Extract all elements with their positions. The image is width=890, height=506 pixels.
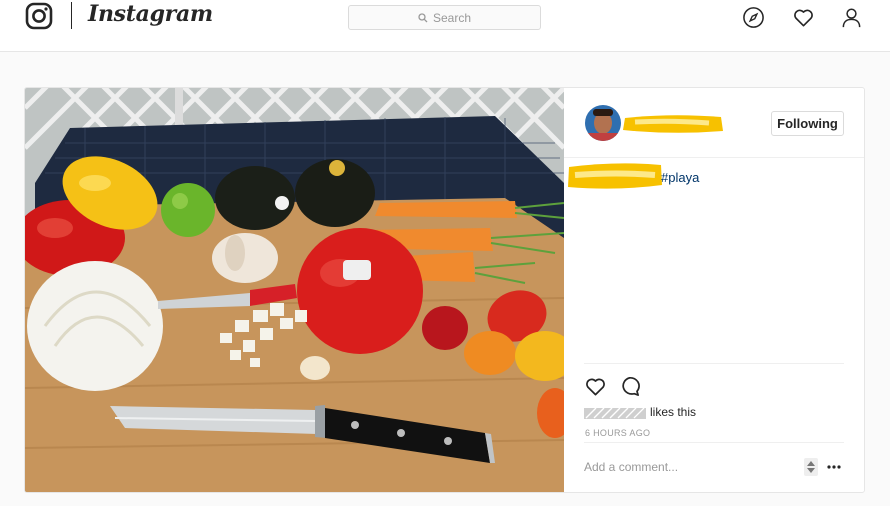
caption-redaction [568,163,662,189]
profile-icon[interactable] [840,6,863,29]
avatar[interactable] [585,105,621,141]
post-sidebar: Following #playa likes this 6 HOURS AGO … [564,88,864,492]
likes-count: likes this [650,405,697,419]
instagram-logo-icon[interactable] [25,2,53,30]
search-box[interactable]: Search [348,5,541,30]
comment-icon[interactable] [618,375,641,398]
comment-input[interactable] [584,460,794,474]
vegetables-photo [25,88,564,492]
top-nav: Instagram Search [0,0,890,52]
username-redaction [623,115,723,133]
post-actions: likes this 6 HOURS AGO [584,363,844,438]
comment-section [584,442,844,492]
timestamp[interactable]: 6 HOURS AGO [585,428,650,438]
instagram-wordmark[interactable]: Instagram [88,1,213,27]
scroll-arrows-icon[interactable] [804,458,818,476]
heart-icon[interactable] [792,6,815,29]
logo-divider [71,2,72,29]
following-button[interactable]: Following [771,111,844,136]
search-placeholder: Search [432,10,472,25]
post-photo[interactable] [25,88,564,492]
more-options-icon[interactable] [827,464,841,470]
search-icon [418,12,428,22]
post-card: Following #playa likes this 6 HOURS AGO … [24,87,865,493]
hashtag-link[interactable]: #playa [661,170,699,185]
post-header: Following [564,88,864,158]
likes-redaction [584,407,646,419]
heart-icon[interactable] [584,375,607,398]
compass-icon[interactable] [742,6,765,29]
